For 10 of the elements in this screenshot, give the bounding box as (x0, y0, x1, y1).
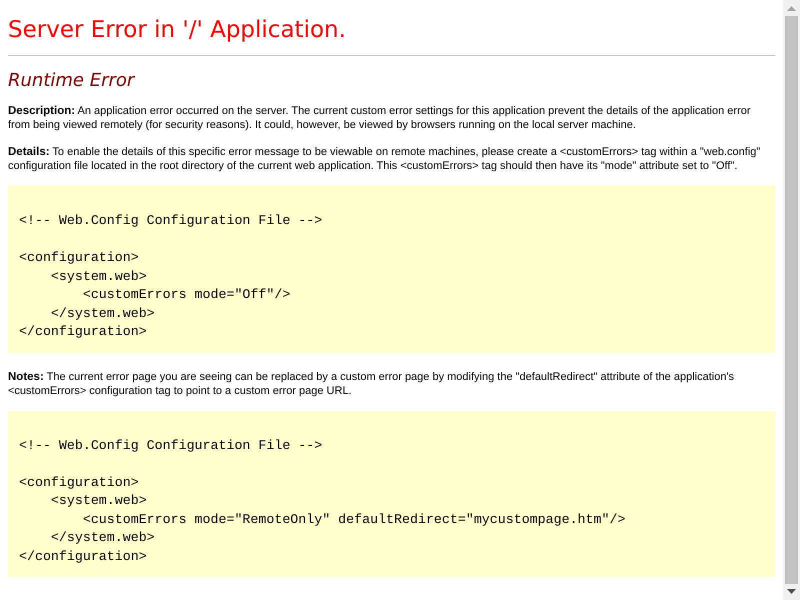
error-heading: Runtime Error (8, 70, 136, 92)
scrollbar-thumb[interactable] (785, 16, 798, 584)
code-block: <!-- Web.Config Configuration File --> <configuration> <system.web> <customErrors mode="Off"/> </system.web> </configuration> (8, 186, 775, 353)
code-block: <!-- Web.Config Configuration File --> <configuration> <system.web> <customErrors mode="RemoteOnly" defaultRedirect="mycustompage.htm"/> </system.web> </configuration> (8, 410, 775, 577)
error-message: Details: To enable the details of this specific error message to be viewable on remote machines, please create a <customErrors> tag within a "web.config" configuration file located in the root directory of the current web application. This <customErrors> tag should then have its "mode" attribute set to "Off". (8, 145, 762, 174)
page-title: Server Error in '/' Application. (8, 17, 347, 45)
scroll-down-icon[interactable] (787, 589, 796, 594)
error-message: Description: An application error occurred on the server. The current custom error settings for this application prevent the details of the application error from being viewed remotely (for security reasons). It could, however, be viewed by browsers running on the local server machine. (8, 104, 752, 134)
error-message: Notes: The current error page you are seeing can be replaced by a custom error page by modifying the "defaultRedirect" attribute of the application's <customErrors> configuration tag to point to a custom error page URL. (8, 370, 736, 398)
scroll-up-icon[interactable] (787, 6, 796, 11)
